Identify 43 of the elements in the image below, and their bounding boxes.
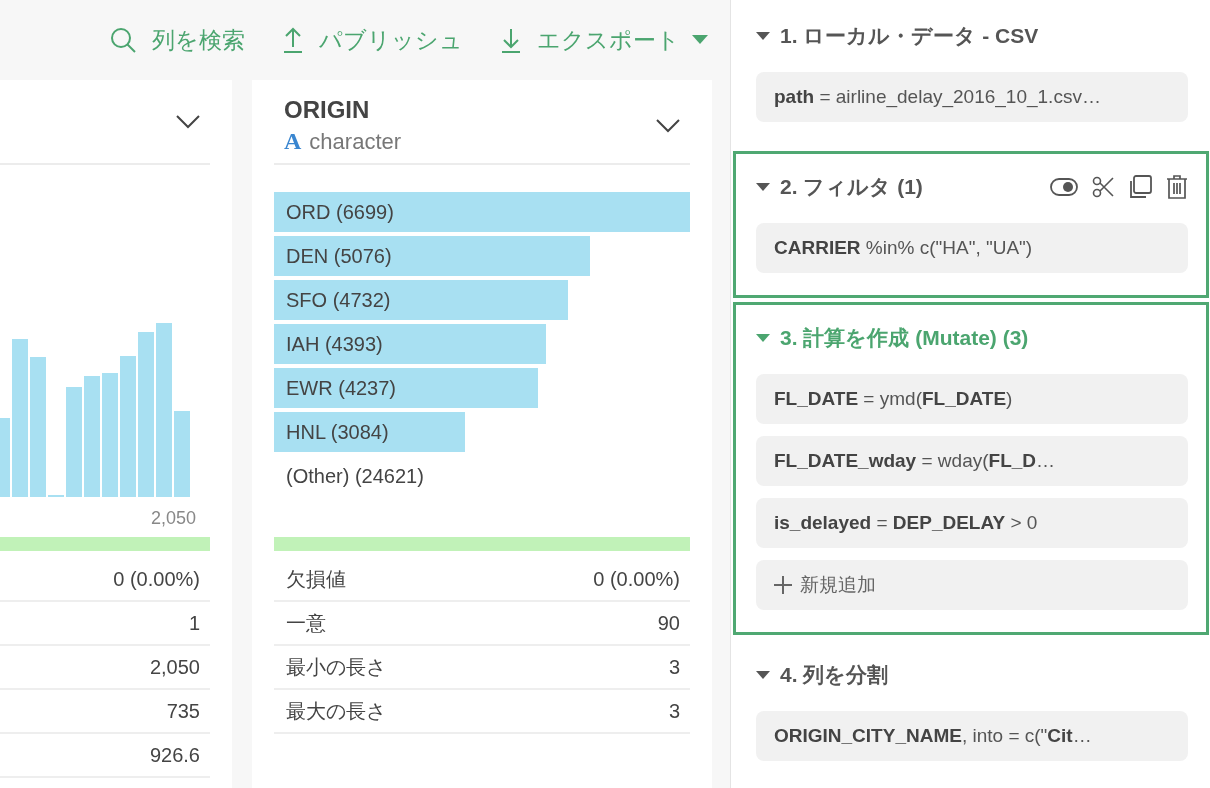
column-name: ORIGIN	[284, 96, 371, 124]
step-expression[interactable]: path = airline_delay_2016_10_1.csv…	[756, 72, 1188, 122]
step-title[interactable]: 4. 列を分割	[780, 661, 889, 689]
add-new-button[interactable]: 新規追加	[756, 560, 1188, 610]
step-expression[interactable]: ORIGIN_CITY_NAME, into = c("Cit…	[756, 711, 1188, 761]
stat-value: 0 (0.00%)	[593, 567, 680, 591]
category-bar[interactable]: (Other) (24621)	[274, 456, 690, 496]
search-icon	[110, 27, 136, 53]
step-title[interactable]: 2. フィルタ (1)	[780, 173, 923, 201]
category-bar[interactable]: ORD (6699)	[274, 192, 690, 232]
disclosure-triangle-icon[interactable]	[756, 671, 770, 679]
stat-label: 一意	[286, 610, 326, 636]
stat-value: 0 (0.00%)	[113, 567, 200, 591]
chevron-down-icon[interactable]	[176, 114, 200, 129]
upload-icon	[283, 27, 303, 53]
stat-label: 最小の長さ	[286, 654, 386, 680]
axis-label: 2,050	[150, 507, 196, 529]
stat-label: 最大の長さ	[286, 698, 386, 724]
column-type: character	[309, 129, 402, 155]
stat-value: 1	[188, 611, 200, 635]
disclosure-triangle-icon[interactable]	[756, 183, 770, 191]
step-expression[interactable]: CARRIER %in% c("HA", "UA")	[756, 223, 1188, 273]
stat-label: 欠損値	[286, 566, 346, 592]
stat-value: 926.6	[149, 743, 200, 767]
chevron-down-icon[interactable]	[656, 118, 680, 133]
step-expression[interactable]: FL_DATE_wday = wday(FL_D…	[756, 436, 1188, 486]
scissors-icon[interactable]	[1092, 176, 1114, 198]
stat-value: 3	[668, 699, 680, 723]
plus-icon	[774, 576, 792, 594]
disclosure-triangle-icon[interactable]	[756, 32, 770, 40]
step-title[interactable]: 1. ローカル・データ - CSV	[780, 22, 1039, 50]
stat-value: 3	[668, 655, 680, 679]
category-bar[interactable]: HNL (3084)	[274, 412, 690, 452]
step-expression[interactable]: FL_DATE = ymd(FL_DATE)	[756, 374, 1188, 424]
step-expression[interactable]: is_delayed = DEP_DELAY > 0	[756, 498, 1188, 548]
stat-value: 735	[166, 699, 200, 723]
copy-icon[interactable]	[1128, 175, 1152, 199]
type-icon: A	[284, 128, 302, 155]
toggle-icon[interactable]	[1050, 178, 1078, 196]
download-icon	[501, 27, 521, 53]
stat-value: 90	[657, 611, 680, 635]
trash-icon[interactable]	[1166, 175, 1188, 199]
stat-value: 2,050	[149, 655, 200, 679]
